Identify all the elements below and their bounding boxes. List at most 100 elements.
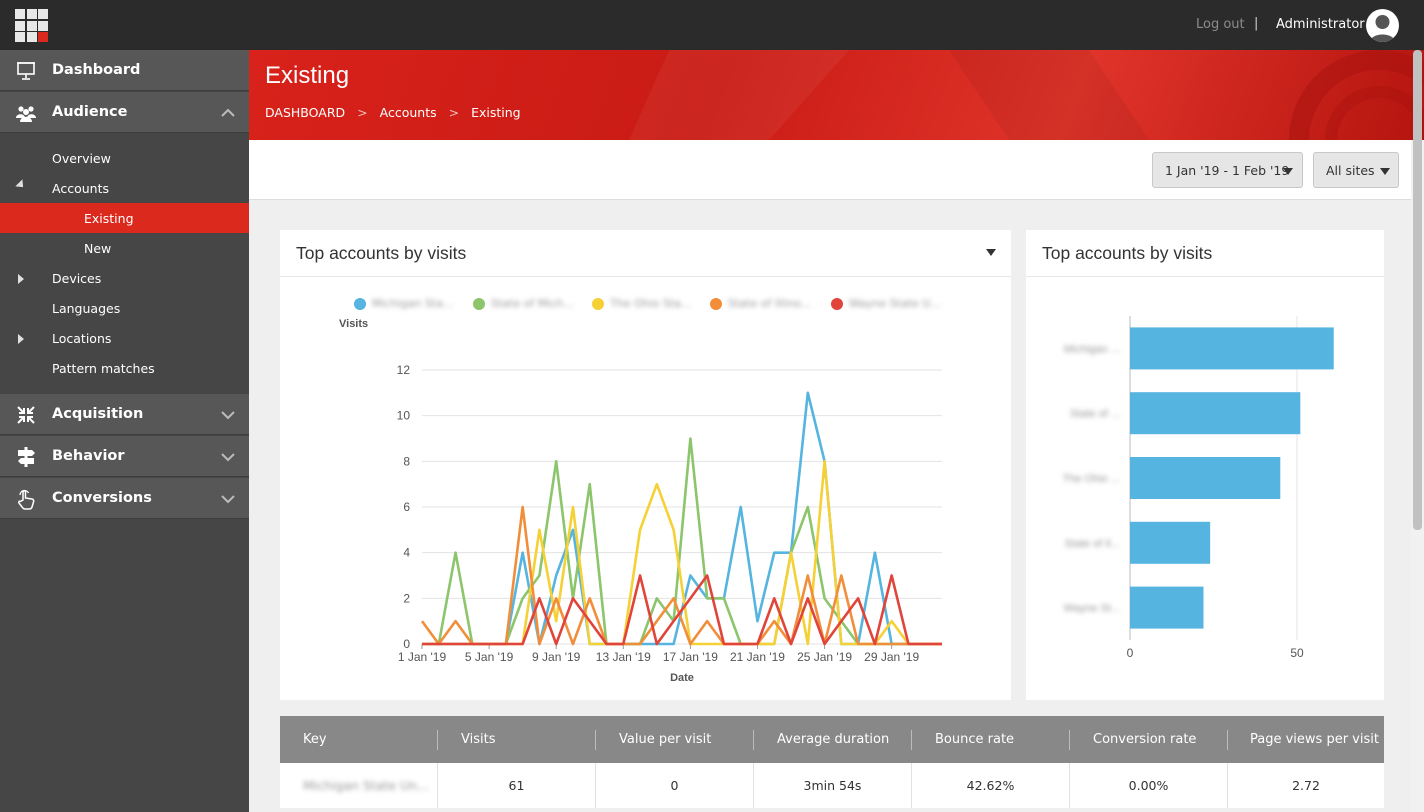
date-range-value: 1 Jan '19 - 1 Feb '19 bbox=[1165, 163, 1290, 178]
x-tick-label: 13 Jan '19 bbox=[596, 650, 651, 664]
column-header-bounce-rate[interactable]: Bounce rate bbox=[935, 732, 1014, 747]
hand-pointer-icon bbox=[18, 489, 35, 510]
x-tick-label: 25 Jan '19 bbox=[797, 650, 852, 664]
sites-dropdown[interactable]: All sites bbox=[1313, 152, 1399, 188]
column-header-conversion-rate[interactable]: Conversion rate bbox=[1093, 732, 1196, 747]
filter-bar: 1 Jan '19 - 1 Feb '19 All sites bbox=[249, 140, 1411, 200]
avatar[interactable] bbox=[1366, 9, 1399, 42]
sidebar-item-label: Behavior bbox=[52, 448, 125, 464]
line-chart: 0 2 4 6 8 10 12 Visits Date 1 Jan '19 5 Jan '19 9 J… bbox=[339, 318, 942, 684]
cell-conversion-rate: 0.00% bbox=[1128, 778, 1169, 793]
y-tick-label: 8 bbox=[403, 454, 410, 468]
sidebar-item-label: Dashboard bbox=[52, 62, 141, 78]
column-divider bbox=[437, 730, 438, 750]
column-divider bbox=[595, 730, 596, 750]
sidebar-subitem-label: Accounts bbox=[52, 181, 109, 196]
sidebar-item-dashboard[interactable]: Dashboard bbox=[0, 50, 249, 91]
sidebar-item-new[interactable]: New bbox=[0, 233, 249, 263]
cell-bounce-rate: 42.62% bbox=[966, 778, 1015, 793]
category-label: The Ohio ... bbox=[1063, 473, 1120, 485]
user-name[interactable]: Administrator bbox=[1276, 17, 1365, 32]
table-row[interactable]: Michigan State Un... 61 0 3min 54s 42.62… bbox=[280, 763, 1384, 808]
sidebar-subitem-label: Languages bbox=[52, 301, 121, 316]
line-chart-card: Top accounts by visits Michigan Sta... S… bbox=[280, 230, 1011, 700]
column-header-value-per-visit[interactable]: Value per visit bbox=[619, 732, 711, 747]
presentation-icon bbox=[17, 62, 35, 80]
page-header: Existing DASHBOARD > Accounts > Existing bbox=[249, 50, 1424, 140]
page-title: Existing bbox=[265, 62, 350, 89]
breadcrumb-separator: > bbox=[357, 105, 368, 120]
column-header-average-duration[interactable]: Average duration bbox=[777, 732, 889, 747]
bar bbox=[1130, 586, 1204, 629]
y-tick-label: 6 bbox=[403, 500, 410, 514]
caret-right-icon bbox=[18, 274, 24, 284]
category-label: Wayne St... bbox=[1064, 603, 1120, 615]
sidebar-item-languages[interactable]: Languages bbox=[0, 293, 249, 323]
sidebar-item-existing[interactable]: Existing bbox=[0, 203, 249, 233]
table-header: Key Visits Value per visit Average durat… bbox=[280, 716, 1384, 763]
topbar-separator: | bbox=[1254, 16, 1259, 31]
sidebar-item-label: Conversions bbox=[52, 490, 152, 506]
sidebar-subitem-label: Locations bbox=[52, 331, 112, 346]
category-label: State of ... bbox=[1070, 408, 1120, 420]
y-tick-label: 2 bbox=[403, 591, 410, 605]
column-divider bbox=[1069, 730, 1070, 750]
scrollbar-thumb[interactable] bbox=[1413, 50, 1422, 530]
logout-link[interactable]: Log out bbox=[1196, 17, 1245, 32]
column-divider bbox=[753, 730, 754, 750]
chevron-down-icon bbox=[221, 453, 235, 462]
user-avatar-icon bbox=[1370, 15, 1395, 42]
column-header-page-views-per-visit[interactable]: Page views per visit bbox=[1250, 732, 1379, 747]
bar bbox=[1130, 327, 1334, 370]
sidebar-subitem-label: Existing bbox=[84, 211, 134, 226]
app-logo-icon[interactable] bbox=[15, 9, 48, 42]
signpost-icon bbox=[18, 447, 35, 467]
column-divider bbox=[1227, 730, 1228, 750]
y-tick-label: 0 bbox=[403, 637, 410, 651]
sidebar-subitem-label: Overview bbox=[52, 151, 111, 166]
chevron-down-icon bbox=[221, 495, 235, 504]
x-tick-label: 29 Jan '19 bbox=[864, 650, 919, 664]
caret-down-icon bbox=[15, 179, 27, 191]
x-axis-label: Date bbox=[670, 672, 694, 684]
sidebar-item-conversions[interactable]: Conversions bbox=[0, 478, 249, 519]
category-label: State of Il... bbox=[1064, 538, 1120, 550]
cell-key: Michigan State Un... bbox=[303, 778, 430, 793]
top-bar: Log out | Administrator bbox=[0, 0, 1424, 50]
y-tick-label: 12 bbox=[397, 363, 411, 377]
column-divider bbox=[911, 730, 912, 750]
x-tick-label: 1 Jan '19 bbox=[398, 650, 447, 664]
date-range-dropdown[interactable]: 1 Jan '19 - 1 Feb '19 bbox=[1152, 152, 1303, 188]
x-tick-label: 9 Jan '19 bbox=[532, 650, 581, 664]
x-tick-label: 21 Jan '19 bbox=[730, 650, 785, 664]
sidebar-item-devices[interactable]: Devices bbox=[0, 263, 249, 293]
column-header-key[interactable]: Key bbox=[303, 732, 327, 747]
sidebar-item-acquisition[interactable]: Acquisition bbox=[0, 394, 249, 435]
y-tick-label: 10 bbox=[397, 409, 411, 423]
chevron-up-icon bbox=[221, 108, 235, 117]
column-header-visits[interactable]: Visits bbox=[461, 732, 495, 747]
sidebar-item-accounts[interactable]: Accounts bbox=[0, 173, 249, 203]
sidebar-item-pattern-matches[interactable]: Pattern matches bbox=[0, 353, 249, 383]
sidebar-item-audience[interactable]: Audience bbox=[0, 92, 249, 133]
cell-value-per-visit: 0 bbox=[670, 778, 679, 793]
breadcrumb-accounts[interactable]: Accounts bbox=[380, 105, 437, 120]
people-icon bbox=[16, 106, 36, 122]
x-tick-label: 50 bbox=[1290, 646, 1304, 660]
sites-value: All sites bbox=[1326, 163, 1375, 178]
breadcrumb-dashboard[interactable]: DASHBOARD bbox=[265, 105, 345, 120]
sidebar-item-label: Audience bbox=[52, 104, 128, 120]
sidebar-subitem-label: Devices bbox=[52, 271, 102, 286]
sidebar-subitem-label: New bbox=[84, 241, 112, 256]
sidebar-item-label: Acquisition bbox=[52, 406, 144, 422]
caret-down-icon bbox=[1283, 168, 1293, 175]
bar bbox=[1130, 521, 1211, 564]
arrows-in-icon bbox=[17, 406, 35, 424]
x-tick-label: 17 Jan '19 bbox=[663, 650, 718, 664]
sidebar-item-behavior[interactable]: Behavior bbox=[0, 436, 249, 477]
sidebar-item-overview[interactable]: Overview bbox=[0, 143, 249, 173]
sidebar-item-locations[interactable]: Locations bbox=[0, 323, 249, 353]
bar-chart: 0 50 Michigan ... State of ... The Ohio ... S… bbox=[1063, 316, 1334, 660]
caret-down-icon bbox=[1380, 168, 1390, 175]
cell-visits: 61 bbox=[508, 778, 525, 793]
